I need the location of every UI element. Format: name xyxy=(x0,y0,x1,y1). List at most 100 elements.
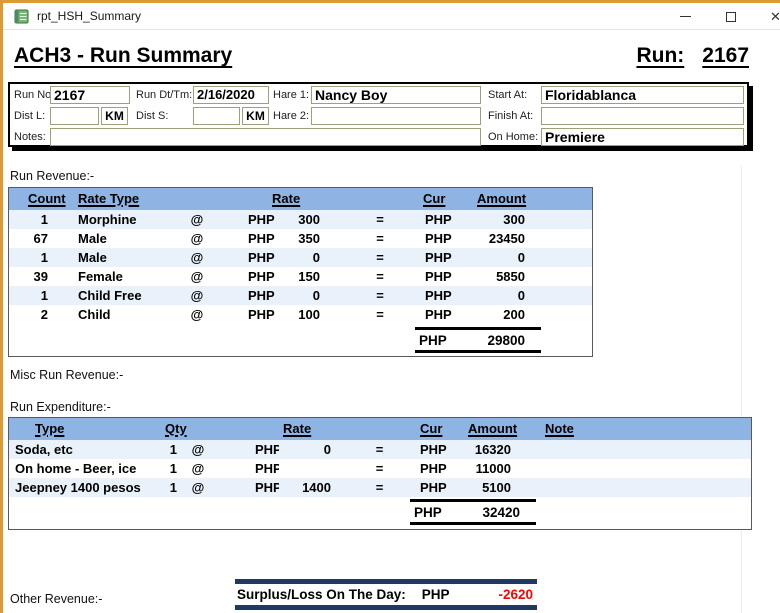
surplus-loss-panel: Surplus/Loss On The Day: PHP -2620 xyxy=(235,579,537,610)
run-info-panel: Run No: 2167 Run Dt/Tm: 2/16/2020 Hare 1… xyxy=(8,82,749,147)
notes-label: Notes: xyxy=(14,129,46,145)
revenue-cell-cur2: PHP xyxy=(425,286,473,305)
expenditure-cell-amount: 11000 xyxy=(468,459,549,478)
revenue-cell-amount: 200 xyxy=(473,305,561,324)
revenue-cell-at: @ xyxy=(162,305,232,324)
expenditure-total-amount: 32420 xyxy=(442,505,536,520)
expenditure-total-currency: PHP xyxy=(410,505,442,520)
revenue-cell-rate: 0 xyxy=(277,248,335,267)
title-bar[interactable]: rpt_HSH_Summary ✕ xyxy=(3,3,780,30)
dist-l-label: Dist L: xyxy=(14,108,45,124)
run-no-label: Run No: xyxy=(14,87,54,103)
minimize-button[interactable] xyxy=(663,3,708,30)
expenditure-row: Soda, etc1@PHP0=PHP16320 xyxy=(9,440,751,459)
surplus-currency: PHP xyxy=(422,587,450,602)
expenditure-cell-cur1: PHP xyxy=(219,459,279,478)
run-dttm-field[interactable]: 2/16/2020 xyxy=(193,86,269,104)
revenue-cell-cur2: PHP xyxy=(425,267,473,286)
window-title: rpt_HSH_Summary xyxy=(37,9,141,23)
page-edge-line xyxy=(741,166,742,613)
hare2-field[interactable] xyxy=(311,107,481,125)
revenue-cell-count: 1 xyxy=(9,248,52,267)
expenditure-cell-type: Soda, etc xyxy=(9,440,159,459)
hare2-label: Hare 2: xyxy=(273,108,309,124)
finish-at-label: Finish At: xyxy=(488,108,533,124)
expenditure-header-amount: Amount xyxy=(468,418,517,440)
dist-s-field[interactable] xyxy=(193,107,240,125)
dist-l-field[interactable] xyxy=(50,107,99,125)
section-run-expenditure: Run Expenditure:- xyxy=(10,400,111,414)
revenue-cell-amount: 300 xyxy=(473,210,561,229)
revenue-cell-at: @ xyxy=(162,267,232,286)
expenditure-header-rate: Rate xyxy=(283,418,311,440)
revenue-cell-note xyxy=(561,248,592,267)
run-no-field[interactable]: 2167 xyxy=(50,86,130,104)
revenue-cell-cur2: PHP xyxy=(425,248,473,267)
revenue-cell-eq: = xyxy=(335,267,425,286)
run-number: 2167 xyxy=(702,44,749,68)
total-rule xyxy=(415,350,541,353)
revenue-cell-amount: 23450 xyxy=(473,229,561,248)
expenditure-header-cur: Cur xyxy=(420,418,442,440)
revenue-cell-cur1: PHP xyxy=(232,210,277,229)
revenue-header-cur: Cur xyxy=(423,188,445,210)
start-at-field[interactable]: Floridablanca xyxy=(541,86,744,104)
maximize-button[interactable] xyxy=(708,3,753,30)
revenue-cell-rate: 350 xyxy=(277,229,335,248)
close-button[interactable]: ✕ xyxy=(753,3,780,30)
notes-field[interactable] xyxy=(50,128,481,146)
revenue-cell-cur1: PHP xyxy=(232,267,277,286)
revenue-cell-note xyxy=(561,286,592,305)
revenue-cell-rate: 300 xyxy=(277,210,335,229)
total-rule xyxy=(410,522,536,525)
expenditure-cell-cur1: PHP xyxy=(219,478,279,497)
revenue-cell-amount: 0 xyxy=(473,286,561,305)
dist-s-label: Dist S: xyxy=(136,108,168,124)
expenditure-cell-cur2: PHP xyxy=(420,478,468,497)
expenditure-cell-qty: 1 xyxy=(159,478,177,497)
report-window: rpt_HSH_Summary ✕ ACH3 - Run Summary Run… xyxy=(0,0,780,613)
run-expenditure-table: Type Qty Rate Cur Amount Note Soda, etc1… xyxy=(8,417,752,530)
close-icon: ✕ xyxy=(770,10,780,23)
revenue-cell-note xyxy=(561,305,592,324)
expenditure-header-note: Note xyxy=(545,418,574,440)
run-label: Run: xyxy=(636,44,684,68)
on-home-label: On Home: xyxy=(488,129,538,145)
revenue-cell-note xyxy=(561,229,592,248)
expenditure-row: On home - Beer, ice1@PHP=PHP11000 xyxy=(9,459,751,478)
revenue-cell-count: 1 xyxy=(9,210,52,229)
expenditure-cell-qty: 1 xyxy=(159,440,177,459)
window-controls: ✕ xyxy=(663,3,780,30)
on-home-field[interactable]: Premiere xyxy=(541,128,744,146)
expenditure-cell-cur1: PHP xyxy=(219,440,279,459)
revenue-cell-at: @ xyxy=(162,229,232,248)
revenue-cell-rate_type: Male xyxy=(52,229,162,248)
expenditure-cell-amount: 16320 xyxy=(468,440,549,459)
run-header: Run: 2167 xyxy=(636,44,749,68)
revenue-cell-rate: 100 xyxy=(277,305,335,324)
revenue-cell-amount: 0 xyxy=(473,248,561,267)
section-misc-revenue: Misc Run Revenue:- xyxy=(10,368,123,382)
revenue-cell-rate_type: Child xyxy=(52,305,162,324)
expenditure-cell-note xyxy=(549,478,751,497)
expenditure-header-type: Type xyxy=(35,418,64,440)
minimize-icon xyxy=(680,16,691,17)
revenue-header-rate: Rate xyxy=(272,188,300,210)
revenue-cell-cur1: PHP xyxy=(232,248,277,267)
revenue-cell-cur2: PHP xyxy=(425,229,473,248)
revenue-header-rate-type: Rate Type xyxy=(78,188,139,210)
finish-at-field[interactable] xyxy=(541,107,744,125)
dist-s-unit: KM xyxy=(242,107,269,125)
report-title: ACH3 - Run Summary xyxy=(14,44,232,68)
expenditure-cell-eq: = xyxy=(339,440,420,459)
expenditure-cell-type: On home - Beer, ice xyxy=(9,459,159,478)
revenue-rows: 1Morphine@PHP300=PHP30067Male@PHP350=PHP… xyxy=(9,210,592,324)
section-other-revenue: Other Revenue:- xyxy=(10,592,102,606)
revenue-cell-amount: 5850 xyxy=(473,267,561,286)
expenditure-row: Jeepney 1400 pesos1@PHP1400=PHP5100 xyxy=(9,478,751,497)
hare1-field[interactable]: Nancy Boy xyxy=(311,86,481,104)
revenue-cell-rate: 150 xyxy=(277,267,335,286)
revenue-cell-at: @ xyxy=(162,248,232,267)
revenue-cell-note xyxy=(561,210,592,229)
expenditure-cell-qty: 1 xyxy=(159,459,177,478)
